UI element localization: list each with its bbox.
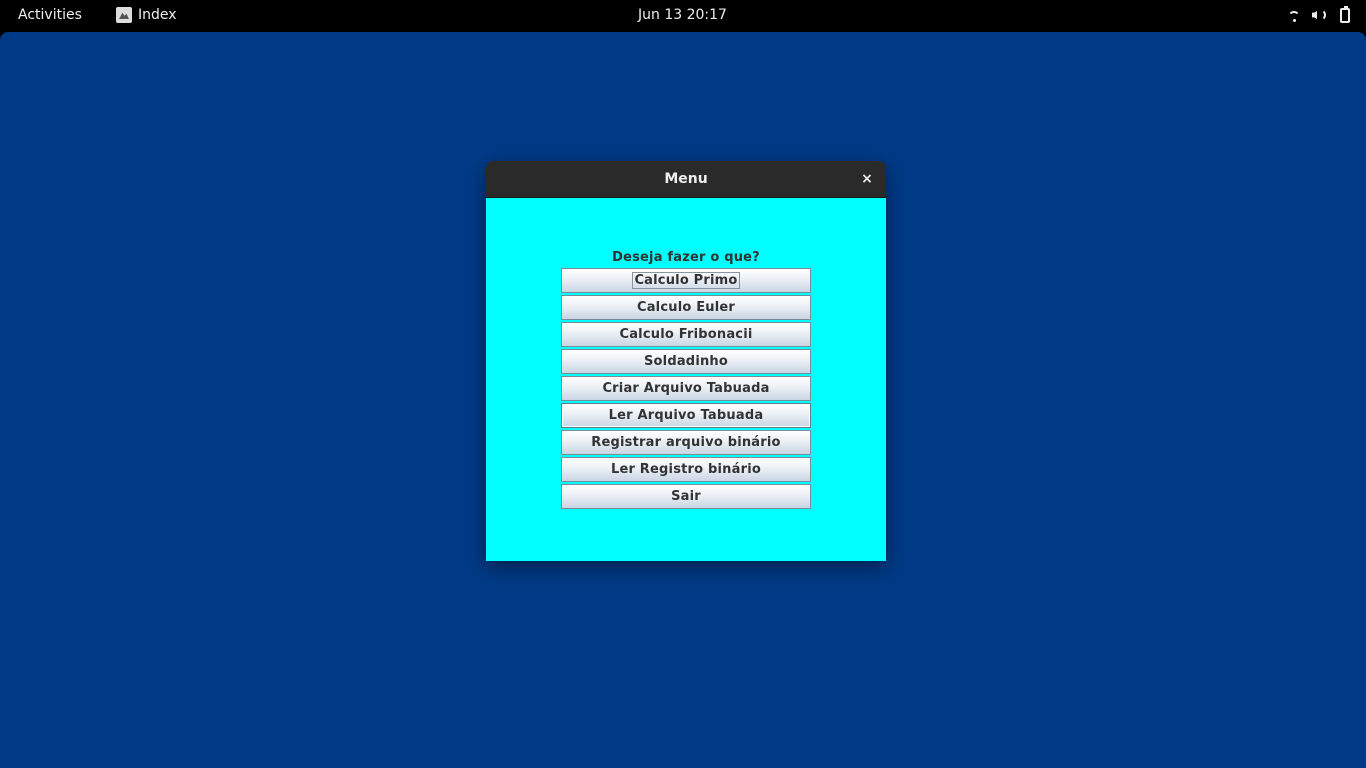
ler-registro-binario-button[interactable]: Ler Registro binário [561, 457, 811, 482]
window-content: Deseja fazer o que? Calculo Primo Calcul… [486, 198, 886, 561]
close-icon[interactable]: × [858, 170, 876, 188]
battery-icon[interactable] [1340, 5, 1350, 23]
app-menu[interactable]: Index [116, 7, 177, 23]
calculo-primo-button[interactable]: Calculo Primo [561, 268, 811, 293]
volume-icon[interactable] [1312, 7, 1328, 23]
calculo-fribonacii-button[interactable]: Calculo Fribonacii [561, 322, 811, 347]
app-icon [116, 7, 132, 23]
app-name: Index [138, 7, 177, 23]
activities-button[interactable]: Activities [18, 7, 82, 23]
system-tray[interactable] [1288, 5, 1350, 23]
prompt-label: Deseja fazer o que? [612, 250, 760, 265]
wifi-icon[interactable] [1288, 11, 1300, 23]
clock[interactable]: Jun 13 20:17 [638, 7, 727, 23]
criar-arquivo-tabuada-button[interactable]: Criar Arquivo Tabuada [561, 376, 811, 401]
registrar-arquivo-binario-button[interactable]: Registrar arquivo binário [561, 430, 811, 455]
top-bar: Activities Index Jun 13 20:17 [0, 0, 1366, 32]
sair-button[interactable]: Sair [561, 484, 811, 509]
menu-window: Menu × Deseja fazer o que? Calculo Primo… [486, 161, 886, 561]
window-titlebar[interactable]: Menu × [486, 161, 886, 198]
window-title: Menu [664, 171, 708, 187]
calculo-euler-button[interactable]: Calculo Euler [561, 295, 811, 320]
button-list: Calculo Primo Calculo Euler Calculo Frib… [561, 268, 811, 511]
soldadinho-button[interactable]: Soldadinho [561, 349, 811, 374]
ler-arquivo-tabuada-button[interactable]: Ler Arquivo Tabuada [561, 403, 811, 428]
